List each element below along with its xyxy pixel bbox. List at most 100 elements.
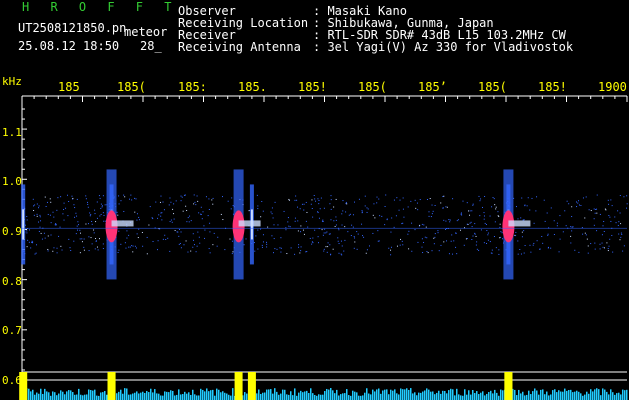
noise-dot bbox=[402, 208, 404, 210]
x-tick-0: 185 bbox=[58, 80, 80, 94]
noise-dot bbox=[523, 219, 525, 221]
y-tick-0.6: 0.6 bbox=[2, 374, 22, 387]
activity-bar bbox=[472, 390, 474, 400]
noise-dot bbox=[500, 236, 502, 238]
noise-dot bbox=[593, 218, 595, 220]
x-tick-2: 185: bbox=[178, 80, 207, 94]
noise-dot bbox=[328, 233, 330, 235]
activity-bar bbox=[404, 389, 406, 400]
noise-dot bbox=[318, 242, 320, 244]
noise-dot bbox=[87, 201, 89, 203]
activity-bar bbox=[520, 393, 522, 400]
activity-bar bbox=[350, 395, 352, 400]
noise-dot bbox=[209, 252, 211, 254]
noise-dot bbox=[126, 237, 128, 239]
noise-dot bbox=[100, 213, 102, 215]
noise-dot bbox=[626, 207, 628, 209]
noise-dot bbox=[320, 197, 322, 199]
noise-dot bbox=[611, 234, 613, 236]
y-unit-label: kHz bbox=[2, 75, 22, 88]
activity-bar bbox=[382, 390, 384, 400]
noise-dot bbox=[38, 230, 40, 232]
noise-dot bbox=[475, 235, 477, 237]
activity-bar bbox=[598, 389, 600, 400]
activity-bar bbox=[422, 391, 424, 400]
noise-dot bbox=[353, 236, 355, 238]
noise-dot bbox=[580, 205, 582, 207]
noise-dot bbox=[568, 203, 570, 205]
activity-bar bbox=[376, 389, 378, 400]
activity-bar bbox=[564, 388, 566, 400]
activity-bar bbox=[166, 391, 168, 400]
noise-dot bbox=[26, 232, 28, 234]
noise-dot bbox=[414, 229, 416, 231]
noise-dot bbox=[179, 242, 181, 244]
noise-dot bbox=[98, 238, 100, 240]
noise-dot bbox=[95, 240, 97, 242]
noise-dot bbox=[45, 206, 47, 208]
noise-dot bbox=[465, 238, 467, 240]
noise-dot bbox=[314, 198, 316, 200]
activity-bar bbox=[346, 389, 348, 400]
noise-dot bbox=[626, 195, 628, 197]
activity-bar bbox=[46, 391, 48, 400]
noise-dot bbox=[550, 247, 552, 249]
activity-peak bbox=[247, 372, 256, 400]
noise-dot bbox=[539, 248, 541, 250]
noise-dot bbox=[526, 205, 528, 207]
activity-bar bbox=[486, 393, 488, 400]
activity-bar bbox=[338, 395, 340, 400]
noise-dot bbox=[434, 236, 436, 238]
activity-bar bbox=[396, 393, 398, 400]
noise-dot bbox=[96, 217, 98, 219]
activity-bar bbox=[534, 388, 536, 400]
activity-bar bbox=[574, 391, 576, 400]
activity-bar bbox=[570, 389, 572, 400]
noise-dot bbox=[123, 194, 125, 196]
noise-dot bbox=[193, 203, 195, 205]
noise-dot bbox=[564, 210, 566, 212]
noise-dot bbox=[562, 231, 564, 233]
noise-dot bbox=[81, 238, 83, 240]
noise-dot bbox=[285, 229, 287, 231]
activity-bar bbox=[146, 390, 148, 400]
noise-dot bbox=[456, 253, 458, 255]
noise-dot bbox=[349, 213, 351, 215]
noise-dot bbox=[566, 200, 568, 202]
noise-dot bbox=[478, 195, 480, 197]
noise-dot bbox=[229, 238, 231, 240]
noise-dot bbox=[38, 221, 40, 223]
activity-bar bbox=[138, 393, 140, 400]
noise-dot bbox=[437, 232, 439, 234]
activity-bar bbox=[268, 389, 270, 400]
noise-dot bbox=[468, 210, 470, 212]
activity-bar bbox=[194, 394, 196, 400]
noise-dot bbox=[520, 217, 522, 219]
noise-dot bbox=[433, 243, 435, 245]
activity-bar bbox=[474, 393, 476, 400]
noise-dot bbox=[466, 238, 468, 240]
activity-bar bbox=[44, 388, 46, 400]
noise-dot bbox=[227, 200, 229, 202]
activity-bar bbox=[532, 391, 534, 400]
noise-dot bbox=[208, 248, 210, 250]
noise-dot bbox=[297, 206, 299, 208]
noise-dot bbox=[298, 244, 300, 246]
noise-dot bbox=[376, 202, 378, 204]
activity-bar bbox=[124, 388, 126, 400]
activity-bar bbox=[592, 391, 594, 400]
strong-echo-tail bbox=[111, 220, 134, 227]
noise-dot bbox=[52, 250, 54, 252]
noise-dot bbox=[297, 230, 299, 232]
noise-dot bbox=[136, 233, 138, 235]
noise-dot bbox=[421, 223, 423, 225]
activity-bar bbox=[80, 394, 82, 400]
activity-bar bbox=[188, 392, 190, 400]
noise-dot bbox=[312, 237, 314, 239]
noise-dot bbox=[386, 219, 388, 221]
noise-dot bbox=[315, 200, 317, 202]
noise-dot bbox=[476, 241, 478, 243]
noise-dot bbox=[200, 213, 202, 215]
noise-dot bbox=[590, 243, 592, 245]
noise-dot bbox=[353, 201, 355, 203]
